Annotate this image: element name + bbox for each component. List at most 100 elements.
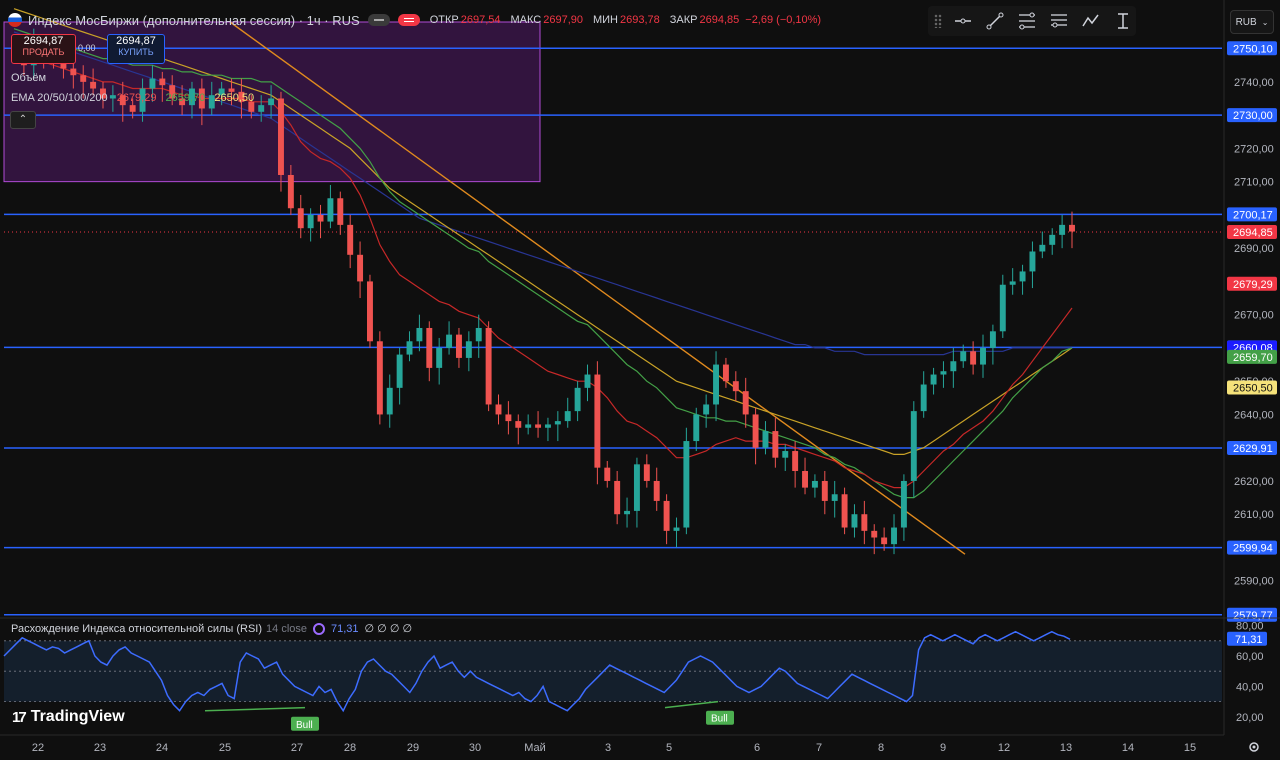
fib-levels-icon[interactable] <box>1048 10 1070 32</box>
time-axis-tick: 25 <box>219 742 231 754</box>
volume-indicator-label[interactable]: Объём <box>11 72 46 84</box>
close-value: 2694,85 <box>699 14 740 26</box>
brand-name: TradingView <box>30 708 125 725</box>
trend-line-icon[interactable] <box>984 10 1006 32</box>
vertical-tool-icon[interactable] <box>1112 10 1134 32</box>
change-value: −2,69 (−0,10%) <box>745 14 822 26</box>
candle-body <box>970 351 977 365</box>
rsi-legend[interactable]: Расхождение Индекса относительной силы (… <box>11 622 412 635</box>
candle-body <box>268 98 275 106</box>
candle-body <box>446 334 453 348</box>
candle-body <box>544 424 551 428</box>
low-label: МИН <box>592 14 618 26</box>
time-axis-tick: 14 <box>1122 742 1134 754</box>
time-axis-tick: 5 <box>666 742 672 754</box>
ema100-value: 2650,50 <box>214 92 255 104</box>
candle-body <box>594 374 601 468</box>
collapse-legend-button[interactable]: ⌃ <box>10 111 36 129</box>
price-axis-tick: 2620,00 <box>1234 476 1274 488</box>
equal-pill-icon[interactable] <box>397 14 420 26</box>
price-chart[interactable]: 27 5 0,00 2740,00 2730,00 2720,00 2710,00 2700,… <box>0 0 1280 760</box>
candle-body <box>386 387 393 415</box>
candle-body <box>159 78 166 86</box>
sell-button[interactable]: 2694,87 ПРОДАТЬ <box>11 34 76 64</box>
candle-body <box>90 81 97 89</box>
candle-body <box>287 174 294 209</box>
candle-body <box>920 384 927 412</box>
candle-body <box>693 414 700 442</box>
price-axis-tick: 2590,00 <box>1234 576 1274 588</box>
candle-body <box>614 480 621 515</box>
open-label: ОТКР <box>429 14 459 26</box>
level-tag: 2700,17 <box>1233 209 1273 221</box>
candle-body <box>366 281 373 342</box>
fib-retracement-icon[interactable] <box>1016 10 1038 32</box>
sell-label: ПРОДАТЬ <box>22 47 65 57</box>
candle-body <box>930 374 937 385</box>
candle-body <box>1039 244 1046 252</box>
candle-body <box>505 414 512 422</box>
symbol-header[interactable]: Индекс МосБиржи (дополнительная сессия) … <box>8 10 821 30</box>
candle-body <box>307 214 314 229</box>
candle-body <box>841 494 848 528</box>
collapse-pill-icon[interactable] <box>367 14 390 26</box>
bull-label: Bull <box>296 720 313 731</box>
price-axis-tick: 2640,00 <box>1234 409 1274 421</box>
candle-body <box>802 470 808 488</box>
tradingview-logo[interactable]: 17 TradingView <box>12 708 125 726</box>
candle-body <box>406 341 413 355</box>
price-axis-tick: 2740,00 <box>1234 77 1274 89</box>
candle-body <box>881 537 888 545</box>
ema-legend[interactable]: EMA 20/50/100/200 2679,29 2659,70 2650,5… <box>11 92 260 104</box>
candle-body <box>960 351 967 362</box>
level-tag: 2750,10 <box>1233 43 1273 55</box>
candle-body <box>900 480 907 528</box>
ema-tag: 2650,50 <box>1233 383 1273 395</box>
time-axis-tick: 6 <box>754 742 760 754</box>
time-axis-tick: 22 <box>32 742 44 754</box>
drag-handle-icon[interactable] <box>934 14 942 28</box>
candle-body <box>891 527 897 545</box>
candle-body <box>732 381 739 392</box>
gear-icon[interactable] <box>1247 740 1261 754</box>
high-value: 2697,90 <box>543 14 583 26</box>
rsi-value: 71,31 <box>331 622 359 635</box>
time-axis-tick: 8 <box>878 742 884 754</box>
time-axis-tick: 30 <box>469 742 481 754</box>
candle-body <box>1069 224 1075 232</box>
candle-body <box>455 334 462 358</box>
ema-tag: 2659,70 <box>1233 352 1273 364</box>
high-label: МАКС <box>510 14 542 26</box>
ema-label: EMA 20/50/100/200 <box>11 92 108 104</box>
price-axis-tick: 2710,00 <box>1234 177 1274 189</box>
buy-button[interactable]: 2694,87 КУПИТЬ <box>107 34 165 64</box>
candle-body <box>317 214 324 222</box>
path-icon[interactable] <box>1080 10 1102 32</box>
candle-body <box>980 347 986 365</box>
candle-body <box>663 500 670 531</box>
russia-flag-icon <box>8 13 22 27</box>
rsi-current-tag: 71,31 <box>1235 634 1263 646</box>
candle-body <box>861 514 868 531</box>
level-tag: 2599,94 <box>1233 543 1273 555</box>
candle-body <box>584 374 591 388</box>
horizontal-line-icon[interactable] <box>952 10 974 32</box>
currency-selector[interactable]: RUB ⌄ <box>1230 10 1274 34</box>
candle-body <box>683 441 690 528</box>
candle-body <box>535 424 542 428</box>
time-axis-tick: 13 <box>1060 742 1072 754</box>
tradingview-mark-icon: 17 <box>12 708 27 726</box>
candle-body <box>831 494 838 501</box>
candle-body <box>999 284 1006 332</box>
candle-body <box>436 347 443 368</box>
candle-body <box>1019 271 1026 282</box>
price-axis-tick: 2690,00 <box>1234 243 1274 255</box>
candle-body <box>1059 224 1066 235</box>
candle-body <box>910 411 917 481</box>
candle-body <box>742 391 749 415</box>
time-axis-tick: Май <box>524 742 546 754</box>
level-tag: 2730,00 <box>1233 110 1273 122</box>
candle-body <box>792 451 799 471</box>
candle-body <box>396 354 403 388</box>
candle-body <box>722 364 729 382</box>
